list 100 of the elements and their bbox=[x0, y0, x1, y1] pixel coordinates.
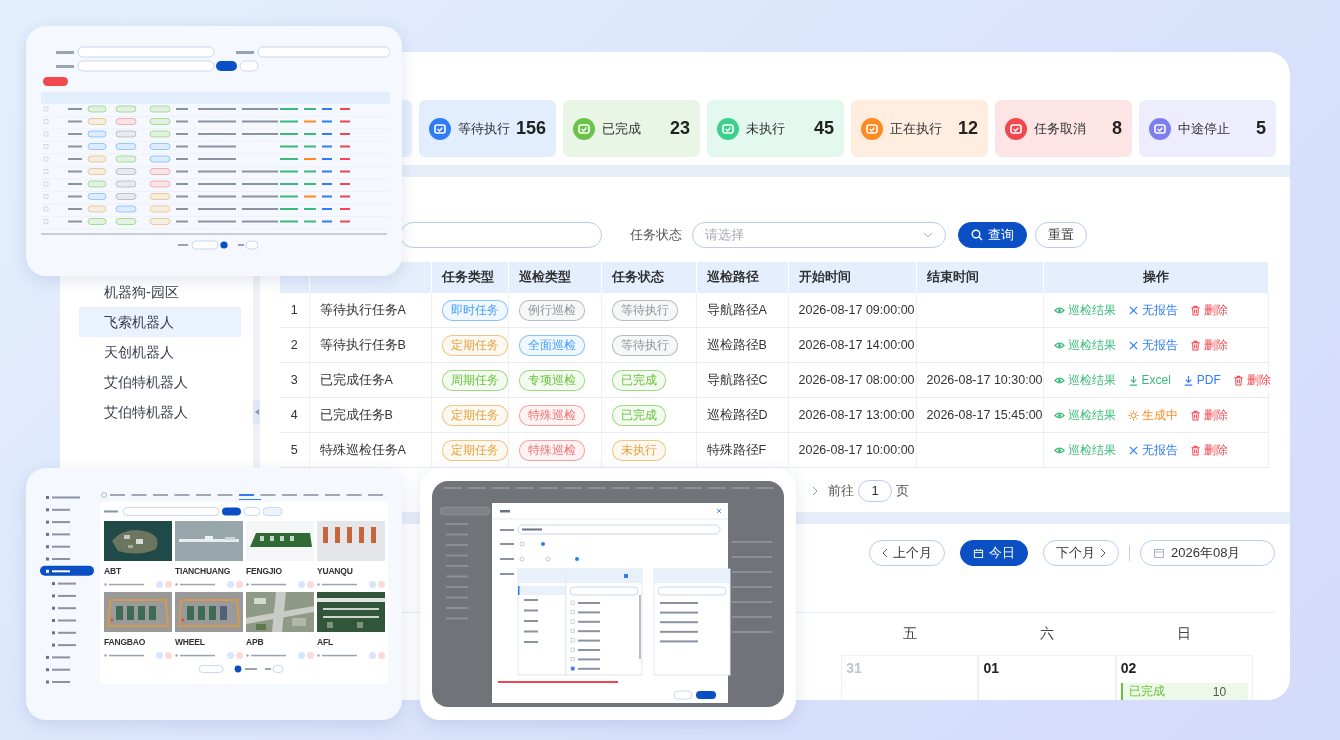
stat-label: 已完成 bbox=[602, 119, 641, 138]
goto-label: 前往 bbox=[828, 482, 854, 500]
sidebar-item[interactable]: 机器狗-园区 bbox=[79, 277, 241, 307]
action-link[interactable]: 删除 bbox=[1189, 336, 1228, 354]
table-cell: 导航路径A bbox=[696, 293, 788, 328]
stat-label: 中途停止 bbox=[1178, 119, 1230, 138]
delete-icon[interactable] bbox=[378, 581, 385, 588]
close-icon bbox=[1127, 339, 1139, 351]
table-cell: 3 bbox=[280, 362, 309, 398]
weekday-label: 五 bbox=[902, 625, 917, 643]
action-link[interactable]: Excel bbox=[1127, 371, 1171, 389]
table-cell: 特殊巡检任务A bbox=[309, 432, 431, 468]
stat-label: 任务取消 bbox=[1034, 119, 1086, 138]
next-month-button[interactable]: 下个月 bbox=[1043, 540, 1119, 566]
action-link[interactable]: 巡检结果 bbox=[1053, 301, 1116, 319]
date-line-drawing bbox=[246, 583, 286, 586]
action-link[interactable]: 巡检结果 bbox=[1053, 441, 1116, 459]
date-line-drawing bbox=[246, 654, 286, 657]
action-link[interactable]: PDF bbox=[1182, 371, 1221, 389]
delete-icon[interactable] bbox=[236, 652, 243, 659]
table-cell: 等待执行任务A bbox=[309, 293, 431, 328]
action-link[interactable]: 巡检结果 bbox=[1053, 406, 1116, 424]
field-label: 任务状态 bbox=[630, 226, 682, 244]
action-link[interactable]: 删除 bbox=[1189, 406, 1228, 424]
delete-icon[interactable] bbox=[236, 581, 243, 588]
table-cell: 2026-08-17 13:00:00 bbox=[788, 397, 916, 433]
sidebar-item[interactable]: 艾伯特机器人 bbox=[79, 367, 241, 397]
edit-icon[interactable] bbox=[227, 652, 234, 659]
today-button[interactable]: 今日 bbox=[960, 540, 1028, 566]
chevron-left-icon bbox=[882, 548, 888, 558]
day-number: 01 bbox=[983, 660, 1000, 676]
status-tag: 已完成 bbox=[611, 369, 666, 391]
action-link[interactable]: 删除 bbox=[1232, 371, 1271, 389]
task-type-tag: 定期任务 bbox=[441, 404, 508, 426]
table-cell: 2026-08-17 15:45:00 bbox=[926, 408, 1043, 422]
column-header: 巡检类型 bbox=[508, 262, 601, 293]
delete-icon[interactable] bbox=[378, 652, 385, 659]
trash-icon bbox=[1189, 339, 1201, 351]
chevron-right-icon bbox=[1100, 548, 1106, 558]
stat-label: 正在执行 bbox=[890, 119, 942, 138]
action-link[interactable]: 无报告 bbox=[1127, 441, 1178, 459]
stat-label: 未执行 bbox=[746, 119, 785, 138]
date-line-drawing bbox=[104, 583, 144, 586]
task-type-tag: 定期任务 bbox=[441, 439, 508, 461]
trash-icon bbox=[1232, 374, 1244, 386]
edit-icon[interactable] bbox=[369, 581, 376, 588]
sidebar-item[interactable]: 飞索机器人 bbox=[79, 307, 241, 337]
inspect-type-tag: 全面巡检 bbox=[518, 334, 585, 356]
scene-name: FENGJIO bbox=[246, 566, 282, 576]
task-type-tag: 周期任务 bbox=[441, 369, 508, 391]
edit-icon[interactable] bbox=[156, 652, 163, 659]
date-line-drawing bbox=[175, 583, 215, 586]
table-cell: 已完成任务B bbox=[309, 397, 431, 433]
task-type-tag: 定期任务 bbox=[441, 334, 508, 356]
column-header: 结束时间 bbox=[916, 262, 1043, 293]
action-link[interactable]: 删除 bbox=[1189, 301, 1228, 319]
collapse-handle[interactable] bbox=[253, 400, 260, 424]
stat-label: 等待执行 bbox=[458, 119, 510, 138]
delete-icon[interactable] bbox=[307, 652, 314, 659]
table-cell: 巡检路径B bbox=[696, 327, 788, 363]
date-line-drawing bbox=[104, 654, 144, 657]
calendar-event[interactable]: 已完成 10 bbox=[1120, 683, 1249, 700]
trash-icon bbox=[1189, 444, 1201, 456]
date-line-drawing bbox=[317, 583, 357, 586]
edit-icon[interactable] bbox=[156, 581, 163, 588]
column-header: 巡检路径 bbox=[696, 262, 788, 293]
action-link[interactable]: 生成中 bbox=[1127, 406, 1178, 424]
edit-icon[interactable] bbox=[227, 581, 234, 588]
action-link[interactable]: 巡检结果 bbox=[1053, 336, 1116, 354]
action-link[interactable]: 无报告 bbox=[1127, 336, 1178, 354]
day-number: 02 bbox=[1120, 660, 1137, 676]
reset-button[interactable]: 重置 bbox=[1035, 222, 1087, 248]
table-cell: 已完成任务A bbox=[309, 362, 431, 398]
status-tag: 等待执行 bbox=[611, 299, 678, 321]
action-link[interactable]: 删除 bbox=[1189, 441, 1228, 459]
prev-month-button[interactable]: 上个月 bbox=[869, 540, 945, 566]
edit-icon[interactable] bbox=[298, 652, 305, 659]
scene-name: TIANCHUANG bbox=[175, 566, 231, 576]
stat-value: 5 bbox=[1256, 118, 1266, 139]
action-link[interactable]: 巡检结果 bbox=[1053, 371, 1116, 389]
inspect-type-tag: 特殊巡检 bbox=[518, 404, 585, 426]
day-cell[interactable]: 02 已完成 10 bbox=[1115, 655, 1254, 700]
sidebar-item[interactable]: 艾伯特机器人 bbox=[79, 397, 241, 427]
download-icon bbox=[1127, 374, 1139, 386]
status-tag: 已完成 bbox=[611, 404, 666, 426]
delete-icon[interactable] bbox=[165, 581, 172, 588]
table-cell: 5 bbox=[280, 432, 309, 468]
table-cell: 2026-08-17 08:00:00 bbox=[788, 362, 916, 398]
weekday-label: 六 bbox=[1040, 625, 1055, 643]
sidebar-item[interactable]: 天创机器人 bbox=[79, 337, 241, 367]
next-page-icon[interactable] bbox=[812, 486, 818, 496]
day-cell[interactable]: 01 bbox=[978, 655, 1116, 700]
delete-icon[interactable] bbox=[165, 652, 172, 659]
query-button[interactable]: 查询 bbox=[958, 222, 1027, 248]
edit-icon[interactable] bbox=[298, 581, 305, 588]
edit-icon[interactable] bbox=[369, 652, 376, 659]
stat-value: 45 bbox=[813, 118, 834, 139]
delete-icon[interactable] bbox=[307, 581, 314, 588]
stat-value: 12 bbox=[957, 118, 978, 139]
action-link[interactable]: 无报告 bbox=[1127, 301, 1178, 319]
